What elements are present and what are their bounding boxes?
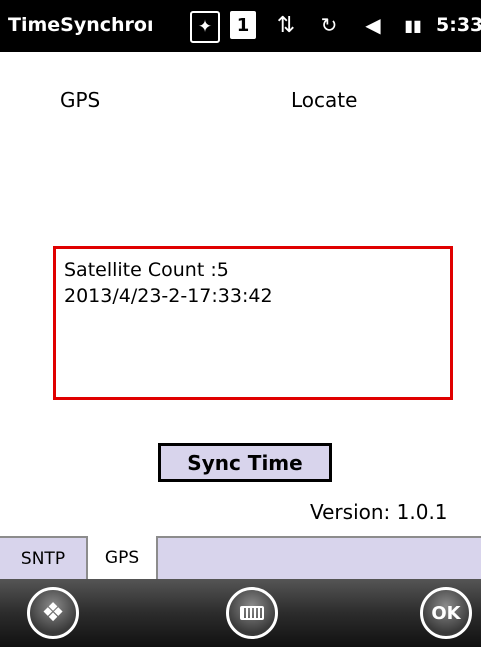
- bluetooth-icon[interactable]: ✦: [190, 11, 220, 43]
- gps-info-box: Satellite Count :5 2013/4/23-2-17:33:42: [53, 246, 453, 400]
- sync-time-button[interactable]: Sync Time: [158, 443, 332, 482]
- clock-time[interactable]: 5:33: [436, 14, 481, 36]
- sim-icon[interactable]: 1: [230, 11, 256, 39]
- network-activity-icon[interactable]: ⇅: [270, 11, 302, 39]
- keyboard-icon: [240, 606, 264, 620]
- tab-sntp[interactable]: SNTP: [0, 536, 86, 579]
- satellite-count-text: Satellite Count :5: [64, 259, 229, 281]
- version-label: Version: 1.0.1: [310, 500, 448, 524]
- app-title[interactable]: TimeSynchroı: [8, 14, 153, 36]
- gps-label: GPS: [60, 88, 101, 112]
- tab-bar: SNTP GPS: [0, 536, 481, 579]
- battery-icon[interactable]: ▮▮: [398, 11, 428, 39]
- volume-icon[interactable]: ◀: [357, 11, 389, 39]
- status-bar: TimeSynchroı ✦ 1 ⇅ ↻ ◀ ▮▮ 5:33: [0, 0, 481, 52]
- tab-gps[interactable]: GPS: [86, 536, 158, 579]
- softkey-bar: ❖ OK: [0, 579, 481, 647]
- ok-button[interactable]: OK: [420, 587, 472, 639]
- gps-timestamp-text: 2013/4/23-2-17:33:42: [64, 285, 273, 307]
- keyboard-button[interactable]: [226, 587, 278, 639]
- start-icon: ❖: [41, 598, 65, 628]
- sync-icon[interactable]: ↻: [312, 11, 346, 39]
- locate-label: Locate: [291, 88, 358, 112]
- start-button[interactable]: ❖: [27, 587, 79, 639]
